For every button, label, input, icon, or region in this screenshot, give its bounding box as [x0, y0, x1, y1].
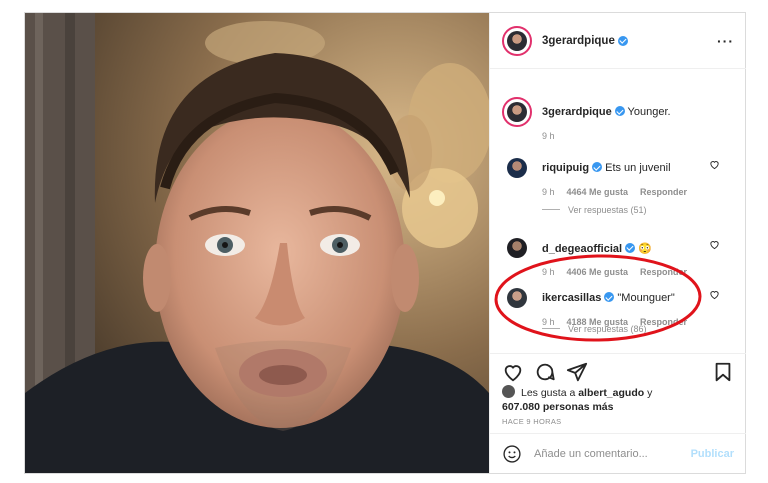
author-username[interactable]: 3gerardpique: [542, 35, 615, 47]
emoji-smile-icon[interactable]: [502, 444, 522, 464]
post-actions: [490, 353, 746, 389]
comment-emoji: 😳: [638, 242, 652, 255]
liker-avatar[interactable]: [502, 385, 515, 398]
caption-text: Younger.: [627, 106, 671, 118]
verified-badge-icon: [614, 106, 625, 116]
likes-count[interactable]: 607.080 personas más: [502, 401, 614, 413]
comment-avatar[interactable]: [502, 153, 532, 183]
comment-text: Ets un juvenil: [605, 162, 671, 174]
more-options-icon[interactable]: ···: [717, 33, 734, 49]
comment-time: 9 h: [542, 187, 555, 197]
verified-badge-icon: [625, 242, 636, 253]
comment-bubble-icon[interactable]: [534, 361, 556, 383]
post-photo[interactable]: [25, 13, 489, 473]
comment-item: riquipuig Ets un juvenil 9 h 4464 Me gus…: [502, 153, 742, 197]
verified-badge-icon: [604, 292, 615, 302]
selfie-image: [25, 13, 489, 473]
author-avatar[interactable]: [502, 25, 532, 56]
comment-text: "Mounguer": [617, 292, 675, 304]
verified-badge-icon: [617, 35, 628, 46]
comment-avatar[interactable]: [502, 283, 532, 313]
comment-avatar[interactable]: [502, 233, 532, 263]
caption-username[interactable]: 3gerardpique: [542, 106, 612, 118]
verified-badge-icon: [592, 162, 603, 172]
publish-button[interactable]: Publicar: [691, 448, 734, 460]
reply-button[interactable]: Responder: [640, 267, 687, 277]
post-side-panel: 3gerardpique ··· 3gerardpique Younger. 9…: [489, 13, 746, 473]
post-header: 3gerardpique ···: [490, 13, 746, 69]
view-replies-button[interactable]: Ver respuestas (51): [542, 205, 647, 215]
view-replies-button[interactable]: Ver respuestas (86): [542, 324, 647, 334]
like-comment-heart-icon[interactable]: [709, 239, 720, 250]
liker-username[interactable]: albert_agudo: [578, 387, 644, 399]
bookmark-icon[interactable]: [712, 361, 734, 383]
like-comment-heart-icon[interactable]: [709, 289, 720, 300]
like-comment-heart-icon[interactable]: [709, 159, 720, 170]
post-timestamp[interactable]: HACE 9 HORAS: [502, 417, 561, 426]
comment-username[interactable]: riquipuig: [542, 162, 589, 174]
caption-avatar[interactable]: [502, 97, 532, 127]
comment-item: d_degeaofficial 😳 9 h 4406 Me gusta Resp…: [502, 233, 742, 277]
reply-button[interactable]: Responder: [640, 187, 687, 197]
comment-time: 9 h: [542, 267, 555, 277]
caption: 3gerardpique Younger. 9 h: [502, 97, 742, 141]
share-send-icon[interactable]: [566, 361, 588, 383]
comment-likes[interactable]: 4406 Me gusta: [567, 267, 629, 277]
caption-time: 9 h: [542, 131, 555, 141]
caption-meta: 9 h: [542, 131, 742, 141]
comment-input[interactable]: [534, 447, 684, 460]
comment-item: ikercasillas "Mounguer" 9 h 4188 Me gust…: [502, 283, 742, 327]
comment-likes[interactable]: 4464 Me gusta: [567, 187, 629, 197]
comment-username[interactable]: d_degeaofficial: [542, 243, 622, 255]
instagram-post: 3gerardpique ··· 3gerardpique Younger. 9…: [24, 12, 746, 474]
likes-summary: Les gusta a albert_agudo y 607.080 perso…: [502, 385, 653, 413]
comment-username[interactable]: ikercasillas: [542, 292, 601, 304]
like-heart-icon[interactable]: [502, 361, 524, 383]
comment-composer: Publicar: [490, 433, 746, 473]
reply-button[interactable]: Responder: [640, 317, 687, 327]
